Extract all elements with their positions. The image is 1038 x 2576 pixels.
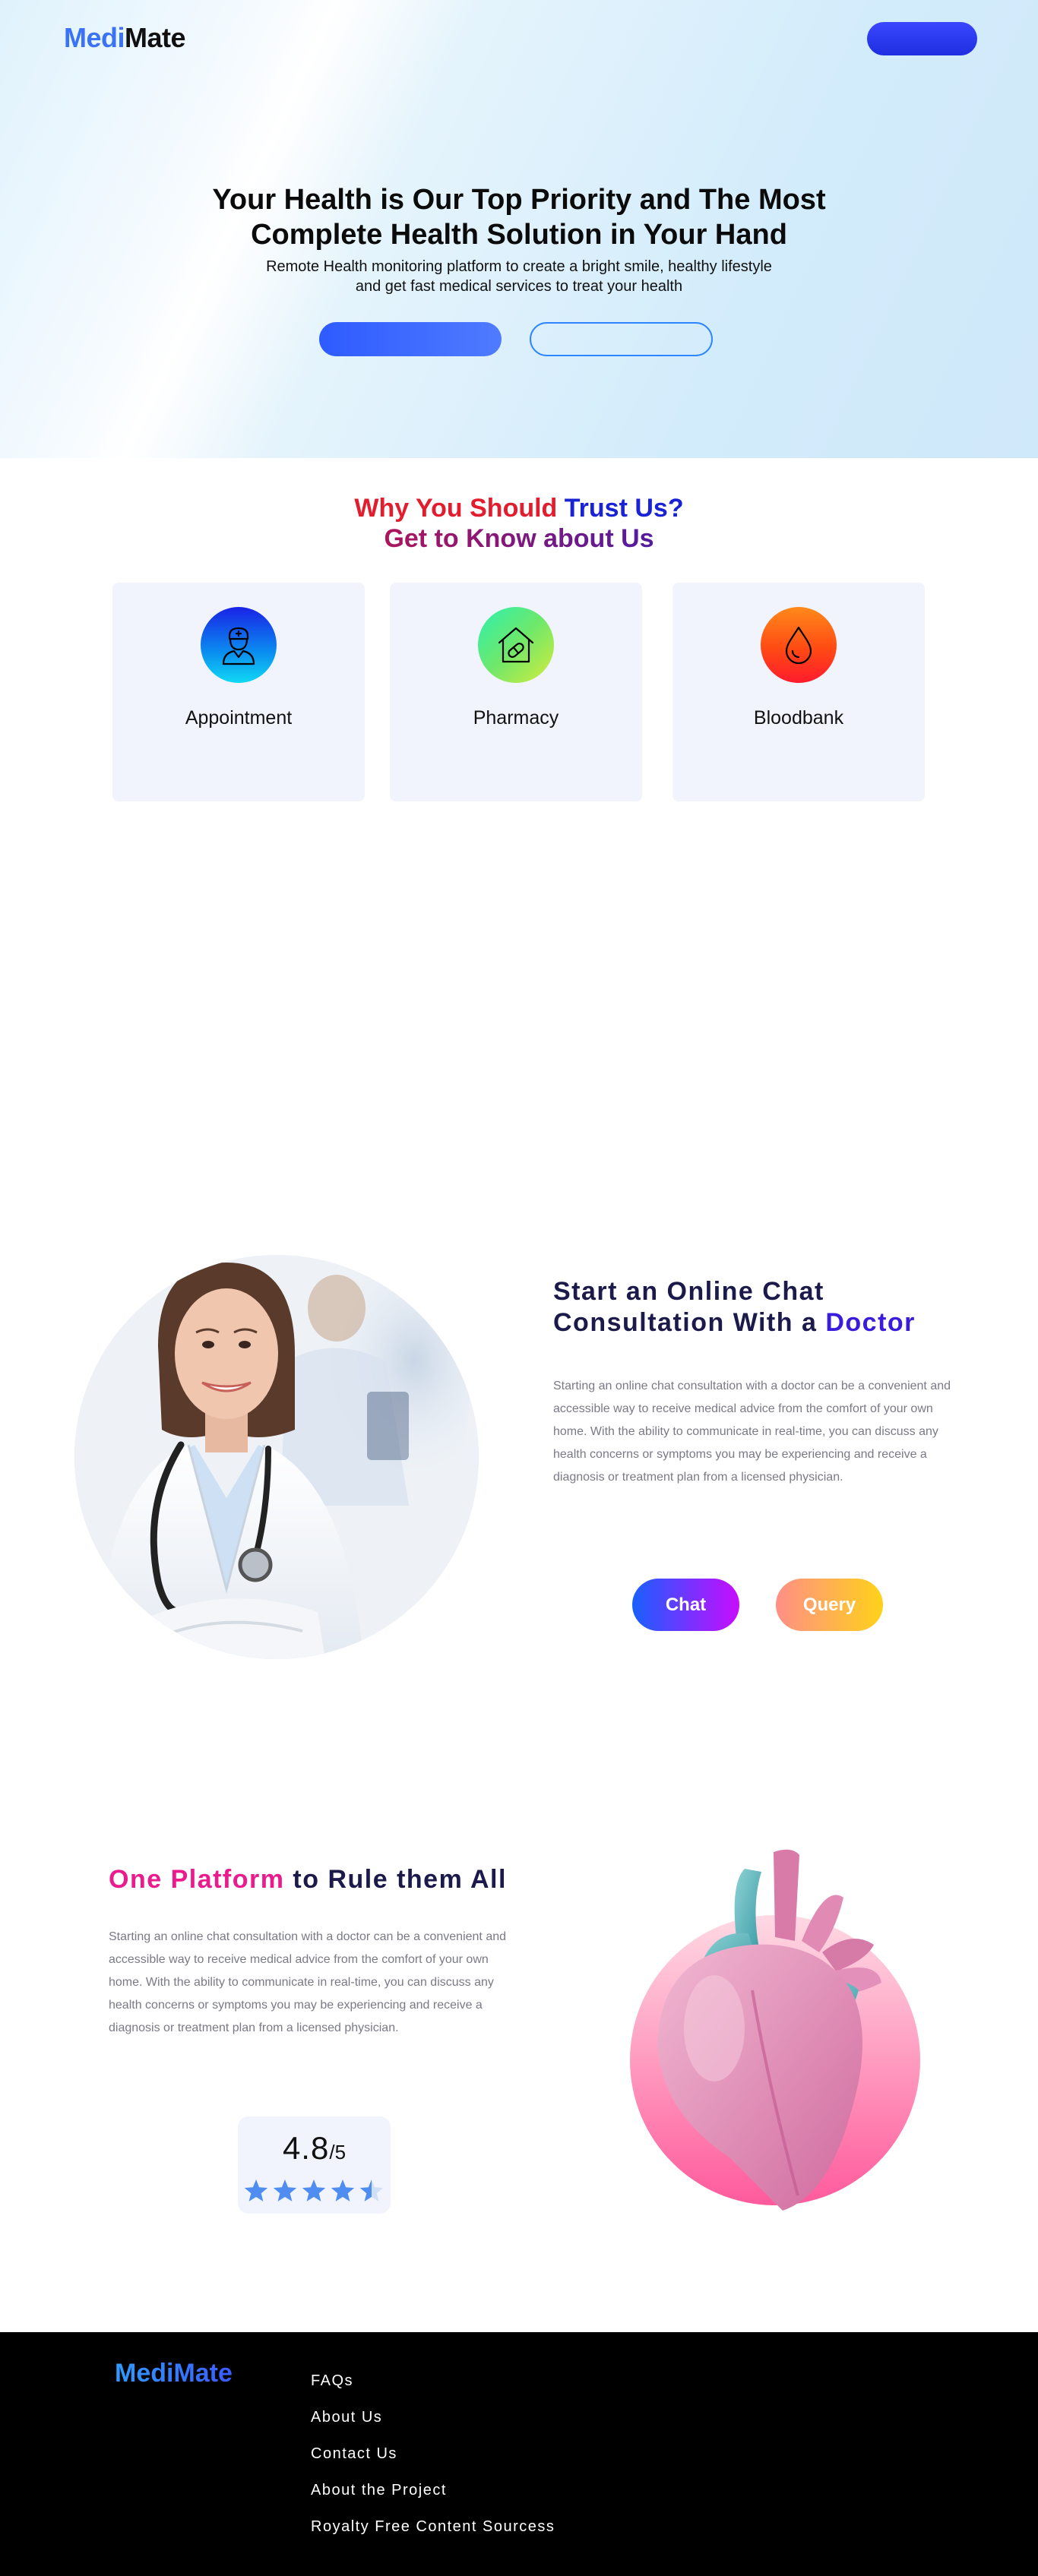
blood-drop-icon (761, 607, 837, 683)
platform-title-text: to Rule them All (284, 1865, 507, 1894)
star-icon (244, 2179, 268, 2201)
doctor-photo (74, 1255, 479, 1659)
feature-card-label: Bloodbank (753, 707, 844, 729)
why-heading-trust: Trust (564, 494, 628, 523)
star-icon (359, 2179, 384, 2201)
feature-card-pharmacy[interactable]: Pharmacy (390, 583, 642, 801)
heart-illustration (623, 1838, 942, 2218)
platform-section-title: One Platform to Rule them All (109, 1863, 580, 1895)
chat-section-text: Starting an online chat consultation wit… (553, 1380, 951, 1484)
footer-link-contact[interactable]: Contact Us (311, 2445, 555, 2481)
query-button[interactable]: Query (776, 1579, 883, 1631)
hero-section: MediMate Your Health is Our Top Priority… (0, 0, 1038, 458)
feature-card-bloodbank[interactable]: Bloodbank (672, 583, 925, 801)
star-icon (273, 2179, 297, 2201)
footer-logo[interactable]: MediMate (115, 2358, 233, 2388)
footer-link-faqs[interactable]: FAQs (311, 2372, 555, 2408)
why-heading-suffix: Us? (627, 494, 684, 523)
rating-score: 4.8/5 (238, 2130, 391, 2167)
footer-link-about[interactable]: About Us (311, 2408, 555, 2445)
logo-part-mate: Mate (125, 22, 186, 53)
why-heading-line1: Why You Should Trust Us? (215, 492, 823, 524)
platform-title-highlight: One Platform (109, 1865, 285, 1894)
chat-title-text: Start an Online Chat Consultation With a (553, 1277, 826, 1337)
feature-card-label: Pharmacy (473, 707, 559, 729)
hero-secondary-button[interactable] (530, 322, 713, 356)
footer-links: FAQs About Us Contact Us About the Proje… (311, 2372, 555, 2554)
footer: MediMate FAQs About Us Contact Us About … (0, 2332, 1038, 2576)
feature-card-label: Appointment (185, 707, 293, 729)
pharmacy-icon (478, 607, 554, 683)
hero-title: Your Health is Our Top Priority and The … (212, 184, 826, 251)
why-heading-prefix: Why You Should (354, 494, 565, 523)
logo-part-medi: Medi (64, 22, 125, 53)
rating-stars (244, 2179, 384, 2201)
footer-link-project[interactable]: About the Project (311, 2481, 555, 2518)
doctor-icon (201, 607, 277, 683)
page: MediMate Your Health is Our Top Priority… (0, 0, 1038, 2576)
chat-section-title: Start an Online Chat Consultation With a… (553, 1276, 979, 1339)
logo[interactable]: MediMate (64, 22, 186, 53)
star-icon (331, 2179, 355, 2201)
feature-card-appointment[interactable]: Appointment (112, 583, 365, 801)
platform-section-text: Starting an online chat consultation wit… (109, 1930, 507, 2034)
why-heading-line2: Get to Know about Us (215, 523, 823, 555)
chat-title-highlight: Doctor (825, 1308, 916, 1337)
star-icon (302, 2179, 326, 2201)
rating-card: 4.8/5 (238, 2116, 391, 2214)
chat-button[interactable]: Chat (632, 1579, 739, 1631)
rating-value: 4.8 (282, 2130, 330, 2166)
hero-primary-button[interactable] (319, 322, 502, 356)
rating-max: /5 (329, 2141, 347, 2164)
hero-subtitle: Remote Health monitoring platform to cre… (266, 258, 772, 295)
footer-link-content-sources[interactable]: Royalty Free Content Sourcess (311, 2518, 555, 2554)
header-action-button[interactable] (867, 22, 977, 55)
